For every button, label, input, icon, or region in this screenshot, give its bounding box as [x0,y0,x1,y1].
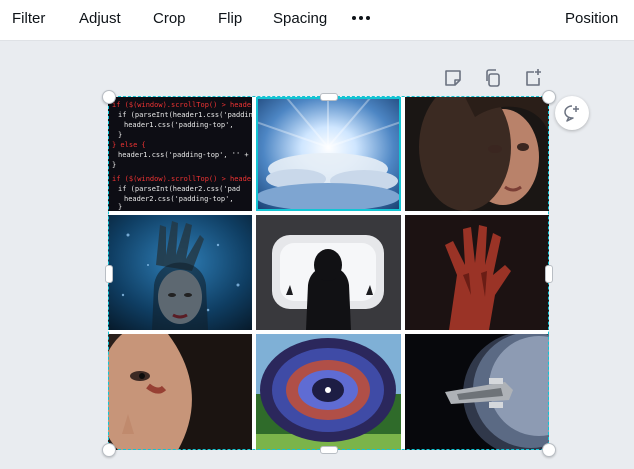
adjust-button[interactable]: Adjust [79,0,121,40]
resize-handle-bottom-left[interactable] [102,443,116,457]
grid-cell-hand-photo[interactable] [405,215,549,330]
resize-handle-bottom[interactable] [320,446,338,454]
svg-text:if (parseInt(header2.css('pad: if (parseInt(header2.css('pad [118,185,240,193]
svg-text:}: } [112,161,116,169]
duplicate-icon[interactable] [483,68,503,88]
grid-cell-face-photo[interactable] [108,334,252,450]
svg-text:header1.css('padding-top', '': header1.css('padding-top', '' + [118,151,249,159]
grid-cell-window-photo[interactable] [256,215,401,330]
flip-button[interactable]: Flip [218,0,242,40]
svg-text:if (parseInt(header1.css('padd: if (parseInt(header1.css('padding [118,111,252,119]
grid-cell-clouds-photo[interactable] [256,97,401,211]
resize-handle-bottom-right[interactable] [542,443,556,457]
resize-handle-top-right[interactable] [542,90,556,104]
svg-text:if ($(window).scrollTop() > he: if ($(window).scrollTop() > header2 [112,175,252,183]
grid-cell-code-photo[interactable]: if ($(window).scrollTop() > header1 if (… [108,97,252,211]
resize-handle-right[interactable] [545,265,553,283]
svg-text:} else {: } else { [112,141,146,149]
svg-text:header2.css('padding-top',: header2.css('padding-top', [124,195,234,203]
grid-cell-spaceship-photo[interactable] [405,334,549,450]
grid-cell-woman-photo[interactable] [405,97,549,211]
add-comment-icon[interactable] [555,96,589,130]
crop-button[interactable]: Crop [153,0,186,40]
editor-toolbar: Filter Adjust Crop Flip Spacing Position [0,0,634,41]
resize-handle-top[interactable] [320,93,338,101]
spacing-button[interactable]: Spacing [273,0,327,40]
add-page-icon[interactable] [523,68,543,88]
position-button[interactable]: Position [565,0,618,40]
svg-text:}: } [118,203,122,211]
grid-cell-underwater-photo[interactable] [108,215,252,330]
svg-text:header1.css('padding-top',: header1.css('padding-top', [124,121,234,129]
svg-text:if ($(window).scrollTop() > he: if ($(window).scrollTop() > header1 [112,101,252,109]
resize-handle-top-left[interactable] [102,90,116,104]
grid-cell-nebula-photo[interactable] [256,334,401,450]
filter-button[interactable]: Filter [12,0,45,40]
more-horizontal-icon[interactable] [352,13,372,23]
photo-grid[interactable]: if ($(window).scrollTop() > header1 if (… [108,97,549,450]
svg-text:}: } [118,131,122,139]
sticky-note-icon[interactable] [443,68,463,88]
resize-handle-left[interactable] [105,265,113,283]
